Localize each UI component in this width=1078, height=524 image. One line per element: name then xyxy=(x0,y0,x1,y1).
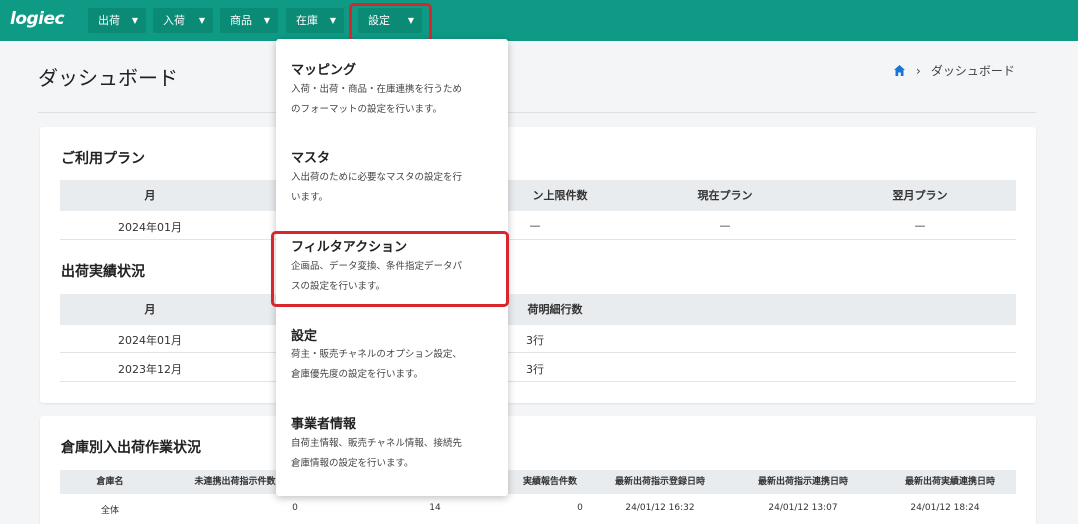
nav-inventory-menu[interactable]: 在庫 ▼ xyxy=(286,8,344,33)
filter-action-highlight xyxy=(271,231,509,307)
nav-products-label: 商品 xyxy=(230,14,252,27)
top-navbar: logiec 出荷 ▼ 入荷 ▼ 商品 ▼ 在庫 ▼ 設定 ▼ xyxy=(0,0,1078,41)
nav-shipping-menu[interactable]: 出荷 ▼ xyxy=(88,8,146,33)
menu-item-desc: 倉庫優先度の設定を行います。 xyxy=(291,369,424,380)
row-divider xyxy=(60,239,1016,240)
settings-menu-highlight xyxy=(349,3,432,42)
app-logo[interactable]: logiec xyxy=(10,9,65,29)
warehouse-col-latest-registered: 最新出荷指示登録日時 xyxy=(614,477,705,487)
chevron-down-icon: ▼ xyxy=(131,16,138,25)
header-divider xyxy=(38,112,1036,113)
menu-item-desc: のフォーマットの設定を行います。 xyxy=(291,104,443,115)
chevron-down-icon: ▼ xyxy=(198,16,205,25)
chevron-down-icon: ▼ xyxy=(329,16,336,25)
shipping-table-header: 月 荷明細行数 xyxy=(60,294,1016,325)
menu-item-title: 事業者情報 xyxy=(291,417,357,432)
menu-item-desc: 荷主・販売チャネルのオプション設定、 xyxy=(291,349,462,360)
home-icon[interactable] xyxy=(893,64,906,77)
menu-item-desc: 倉庫情報の設定を行います。 xyxy=(291,458,414,469)
warehouse-col-reports: 実績報告件数 xyxy=(522,477,577,487)
menu-item-business-info[interactable]: 事業者情報 自荷主情報、販売チャネル情報、接続先 倉庫情報の設定を行います。 xyxy=(276,401,508,491)
warehouse-col-name: 倉庫名 xyxy=(96,477,124,487)
menu-item-desc: 自荷主情報、販売チャネル情報、接続先 xyxy=(291,438,462,449)
shipping-month-cell: 2023年12月 xyxy=(118,363,182,376)
breadcrumb: › ダッシュボード xyxy=(893,62,1015,79)
plan-col-next: 翌月プラン xyxy=(892,189,948,202)
warehouse-col-latest-linked: 最新出荷指示連携日時 xyxy=(757,477,848,487)
warehouse-section-title: 倉庫別入出荷作業状況 xyxy=(61,440,201,456)
warehouse-col-latest-result: 最新出荷実績連携日時 xyxy=(904,477,995,487)
row-divider xyxy=(60,381,1016,382)
shipping-section-title: 出荷実績状況 xyxy=(61,264,145,280)
plan-col-current: 現在プラン xyxy=(697,189,753,202)
shipping-month-cell: 2024年01月 xyxy=(118,334,182,347)
dashboard-card: ご利用プラン 月 ン上限件数 現在プラン 翌月プラン 2024年01月 — — … xyxy=(40,127,1036,403)
nav-receiving-label: 入荷 xyxy=(163,14,185,27)
menu-item-desc: います。 xyxy=(291,192,329,203)
menu-item-settings[interactable]: 設定 荷主・販売チャネルのオプション設定、 倉庫優先度の設定を行います。 xyxy=(276,315,508,401)
warehouse-table-header: 倉庫名 未連携出荷指示件数 実績報告件数 最新出荷指示登録日時 最新出荷指示連携… xyxy=(60,470,1016,494)
row-divider xyxy=(60,352,1016,353)
plan-section-title: ご利用プラン xyxy=(61,151,145,167)
menu-item-master[interactable]: マスタ 入出荷のために必要なマスタの設定を行 います。 xyxy=(276,127,508,215)
plan-col-limit: ン上限件数 xyxy=(532,189,588,202)
menu-item-title: マッピング xyxy=(291,63,357,78)
shipping-col-month: 月 xyxy=(144,303,156,316)
plan-current-cell: — xyxy=(719,219,731,232)
warehouse-card: 倉庫別入出荷作業状況 倉庫名 未連携出荷指示件数 実績報告件数 最新出荷指示登録… xyxy=(40,416,1036,524)
warehouse-cell: 24/01/12 18:24 xyxy=(910,503,980,513)
warehouse-name-cell: 全体 xyxy=(100,506,119,516)
shipping-lines-cell: 3行 xyxy=(526,334,544,347)
chevron-right-icon: › xyxy=(916,63,921,78)
nav-receiving-menu[interactable]: 入荷 ▼ xyxy=(153,8,213,33)
chevron-down-icon: ▼ xyxy=(263,16,270,25)
nav-products-menu[interactable]: 商品 ▼ xyxy=(220,8,278,33)
warehouse-cell: 24/01/12 16:32 xyxy=(625,503,695,513)
plan-limit-cell: — xyxy=(529,219,541,232)
breadcrumb-current: ダッシュボード xyxy=(930,64,1015,78)
plan-next-cell: — xyxy=(914,219,926,232)
shipping-col-lines: 荷明細行数 xyxy=(527,303,583,316)
nav-shipping-label: 出荷 xyxy=(98,14,120,27)
menu-item-desc: 入荷・出荷・商品・在庫連携を行うため xyxy=(291,84,463,95)
menu-item-desc: 入出荷のために必要なマスタの設定を行 xyxy=(291,172,463,183)
page-title: ダッシュボード xyxy=(38,66,178,90)
plan-table-header: 月 ン上限件数 現在プラン 翌月プラン xyxy=(60,180,1016,211)
menu-item-title: マスタ xyxy=(291,151,331,166)
shipping-lines-cell: 3行 xyxy=(526,363,544,376)
warehouse-cell: 0 xyxy=(577,503,583,513)
warehouse-cell: 24/01/12 13:07 xyxy=(768,503,838,513)
nav-inventory-label: 在庫 xyxy=(296,14,318,27)
plan-col-month: 月 xyxy=(144,189,156,202)
menu-item-title: 設定 xyxy=(291,329,318,344)
warehouse-cell: 14 xyxy=(429,503,441,513)
plan-month-cell: 2024年01月 xyxy=(118,221,182,234)
warehouse-cell: 0 xyxy=(292,503,298,513)
warehouse-col-unlinked: 未連携出荷指示件数 xyxy=(194,477,276,487)
menu-item-mapping[interactable]: マッピング 入荷・出荷・商品・在庫連携を行うため のフォーマットの設定を行います… xyxy=(276,39,508,127)
